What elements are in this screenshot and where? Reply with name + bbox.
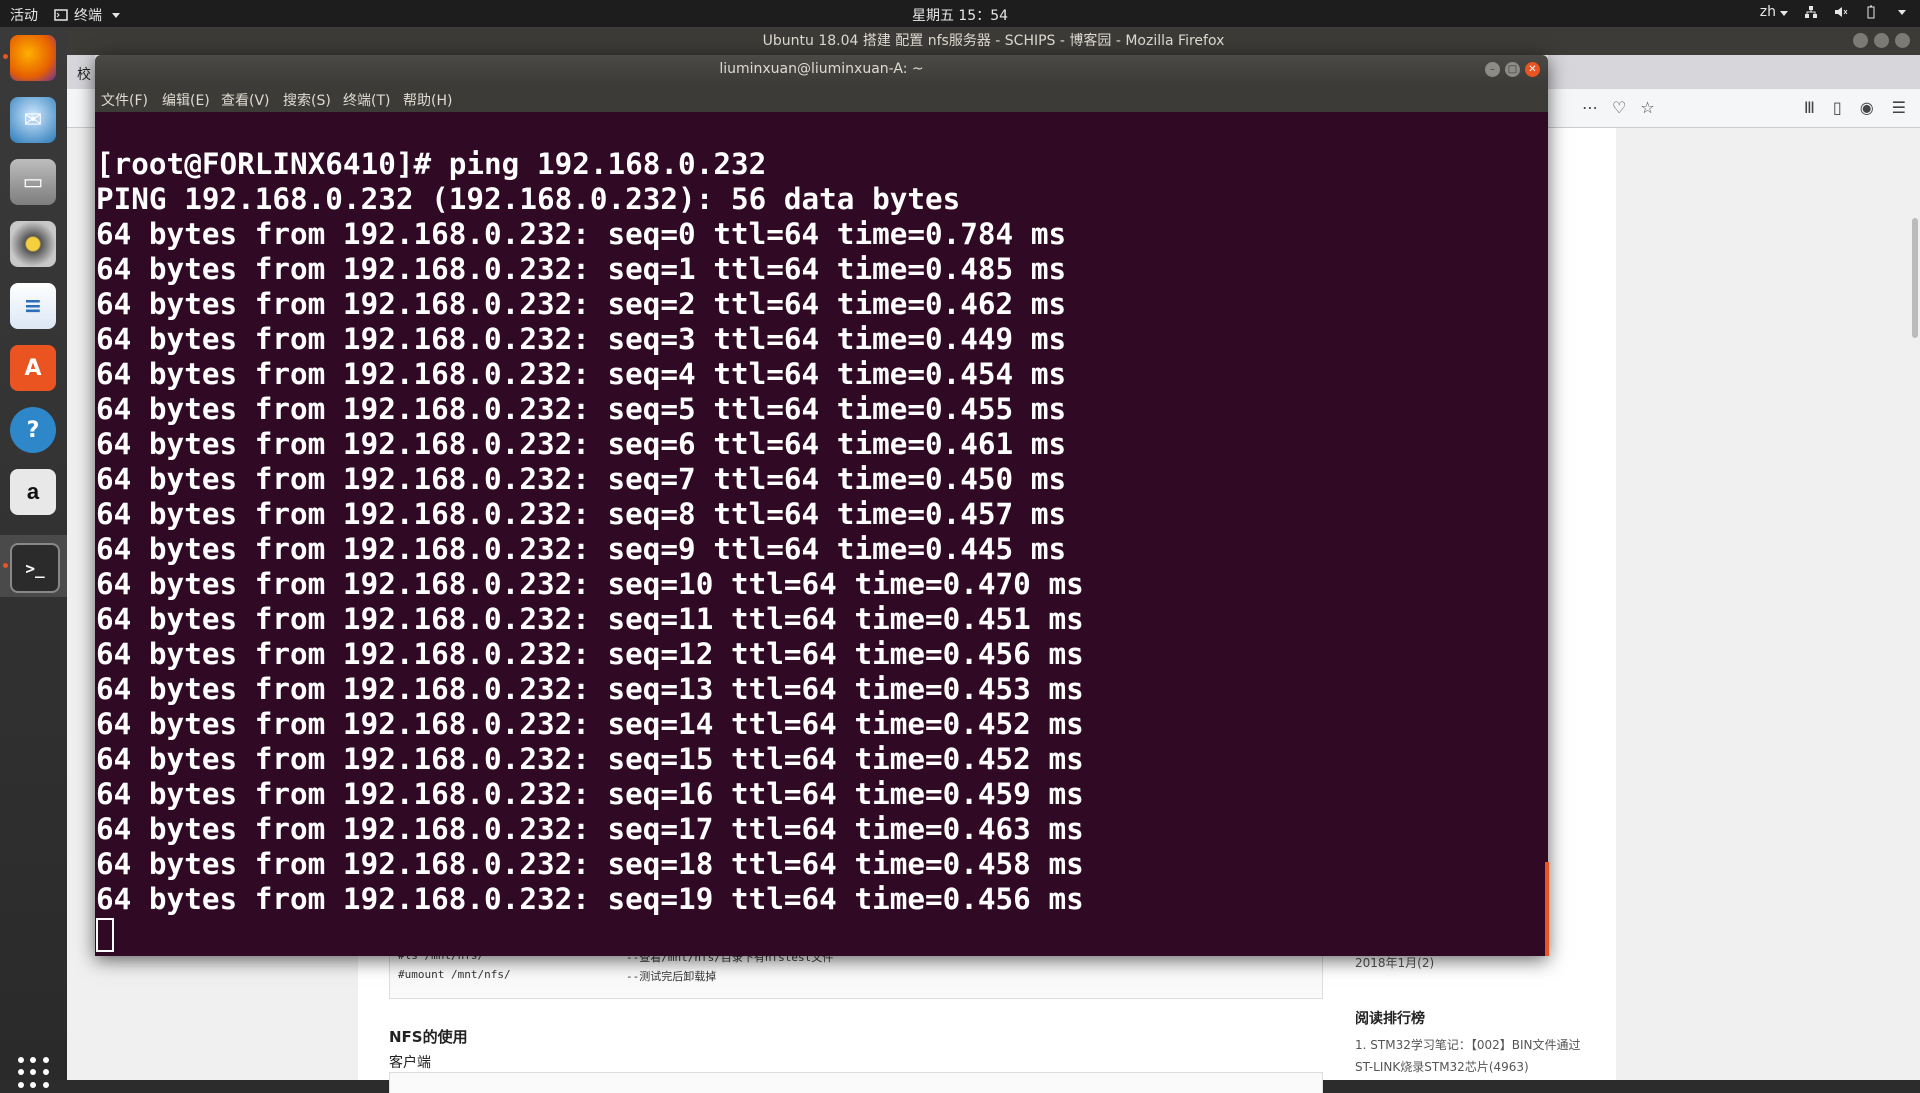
archive-link[interactable]: 2018年1月(2) [1355, 954, 1434, 971]
terminal-cursor [96, 918, 114, 952]
running-indicator [3, 54, 8, 59]
menu-view[interactable]: 查看(V) [221, 90, 270, 110]
terminal-title: liuminxuan@liuminxuan-A: ~ [719, 61, 924, 77]
account-icon[interactable]: ◉ [1860, 98, 1874, 117]
terminal-output-line: 64 bytes from 192.168.0.232: seq=15 ttl=… [96, 742, 1084, 776]
terminal-output-line: 64 bytes from 192.168.0.232: seq=13 ttl=… [96, 672, 1084, 706]
page-actions-icon[interactable]: ⋯ [1582, 98, 1598, 117]
terminal-output-line: 64 bytes from 192.168.0.232: seq=18 ttl=… [96, 847, 1084, 881]
software-center-icon[interactable]: A [10, 345, 56, 391]
files-icon[interactable]: ▭ [10, 159, 56, 205]
terminal-output-line: 64 bytes from 192.168.0.232: seq=6 ttl=6… [96, 427, 1067, 461]
code-comment: --测试完后卸载掉 [626, 970, 717, 983]
terminal-scrollbar[interactable] [1545, 862, 1549, 956]
rhythmbox-icon[interactable] [10, 221, 56, 267]
terminal-command-line: [root@FORLINX6410]# ping 192.168.0.232 [96, 147, 767, 181]
terminal-output-line: 64 bytes from 192.168.0.232: seq=10 ttl=… [96, 567, 1084, 601]
code-block [389, 1072, 1323, 1093]
menu-search[interactable]: 搜索(S) [283, 90, 331, 110]
menu-edit[interactable]: 编辑(E) [162, 90, 210, 110]
ranking-title: 阅读排行榜 [1355, 1011, 1425, 1027]
terminal-output-line: 64 bytes from 192.168.0.232: seq=5 ttl=6… [96, 392, 1067, 426]
clock[interactable]: 星期五 15：54 [912, 8, 1008, 24]
show-applications-icon[interactable] [18, 1057, 50, 1089]
close-icon[interactable] [1895, 33, 1910, 48]
input-method-menu[interactable]: zh [1760, 4, 1788, 20]
maximize-icon[interactable]: □ [1505, 62, 1520, 77]
input-method-label: zh [1759, 4, 1776, 20]
article-heading: NFS的使用 [389, 1028, 468, 1046]
dock: ✉ ▭ ≡ A ? a >_ [0, 27, 67, 1088]
terminal-output-line: 64 bytes from 192.168.0.232: seq=19 ttl=… [96, 882, 1084, 916]
article-subheading: 客户端 [389, 1055, 431, 1071]
bookmark-star-icon[interactable]: ☆ [1640, 98, 1654, 117]
firefox-titlebar: Ubuntu 18.04 搭建 配置 nfs服务器 - SCHIPS - 博客园… [67, 27, 1920, 55]
terminal-output-line: 64 bytes from 192.168.0.232: seq=14 ttl=… [96, 707, 1084, 741]
terminal-output-line: 64 bytes from 192.168.0.232: seq=4 ttl=6… [96, 357, 1067, 391]
terminal-output[interactable]: [root@FORLINX6410]# ping 192.168.0.232 PI… [95, 112, 1548, 956]
terminal-output-line: 64 bytes from 192.168.0.232: seq=9 ttl=6… [96, 532, 1067, 566]
chevron-down-icon [1780, 11, 1788, 16]
terminal-output-line: 64 bytes from 192.168.0.232: seq=0 ttl=6… [96, 217, 1067, 251]
firefox-tab[interactable]: 校 [77, 64, 91, 84]
close-icon[interactable]: ✕ [1525, 62, 1540, 77]
volume-muted-icon[interactable] [1834, 5, 1848, 19]
code-line: #umount /mnt/nfs/ [398, 968, 511, 981]
terminal-output-line: 64 bytes from 192.168.0.232: seq=1 ttl=6… [96, 252, 1067, 286]
terminal-output-line: 64 bytes from 192.168.0.232: seq=3 ttl=6… [96, 322, 1067, 356]
terminal-output-line: 64 bytes from 192.168.0.232: seq=7 ttl=6… [96, 462, 1067, 496]
sidebar-icon[interactable]: ▯ [1833, 98, 1842, 117]
maximize-icon[interactable] [1874, 33, 1889, 48]
terminal-output-line: 64 bytes from 192.168.0.232: seq=12 ttl=… [96, 637, 1084, 671]
ranking-item[interactable]: 1. STM32学习笔记：【002】BIN文件通过 [1355, 1036, 1581, 1053]
libreoffice-writer-icon[interactable]: ≡ [10, 283, 56, 329]
terminal-window: liuminxuan@liuminxuan-A: ~ – □ ✕ 文件(F) 编… [95, 55, 1548, 956]
minimize-icon[interactable] [1853, 33, 1868, 48]
terminal-icon[interactable]: >_ [10, 543, 60, 593]
terminal-output-line: 64 bytes from 192.168.0.232: seq=16 ttl=… [96, 777, 1084, 811]
battery-icon[interactable] [1864, 5, 1878, 19]
minimize-icon[interactable]: – [1485, 62, 1500, 77]
menu-help[interactable]: 帮助(H) [403, 90, 452, 110]
terminal-titlebar[interactable]: liuminxuan@liuminxuan-A: ~ – □ ✕ [95, 55, 1548, 84]
hamburger-menu-icon[interactable]: ☰ [1892, 98, 1906, 117]
firefox-window-title: Ubuntu 18.04 搭建 配置 nfs服务器 - SCHIPS - 博客园… [762, 33, 1225, 49]
menu-file[interactable]: 文件(F) [101, 90, 148, 110]
thunderbird-icon[interactable]: ✉ [10, 97, 56, 143]
menu-terminal[interactable]: 终端(T) [343, 90, 390, 110]
firefox-icon[interactable] [10, 35, 56, 81]
terminal-output-line: 64 bytes from 192.168.0.232: seq=8 ttl=6… [96, 497, 1067, 531]
terminal-output-line: 64 bytes from 192.168.0.232: seq=17 ttl=… [96, 812, 1084, 846]
help-icon[interactable]: ? [10, 407, 56, 453]
terminal-output-line: PING 192.168.0.232 (192.168.0.232): 56 d… [96, 182, 961, 216]
terminal-output-line: 64 bytes from 192.168.0.232: seq=11 ttl=… [96, 602, 1084, 636]
pocket-icon[interactable]: ♡ [1612, 98, 1626, 117]
library-icon[interactable]: Ⅲ [1804, 98, 1815, 117]
terminal-menubar: 文件(F) 编辑(E) 查看(V) 搜索(S) 终端(T) 帮助(H) [95, 84, 1548, 112]
amazon-icon[interactable]: a [10, 469, 56, 515]
running-indicator [3, 563, 8, 568]
top-panel: 活动 终端 星期五 15：54 zh [0, 0, 1920, 27]
system-menu-chevron-icon[interactable] [1898, 9, 1906, 15]
terminal-lines: [root@FORLINX6410]# ping 192.168.0.232 PI… [96, 147, 1084, 917]
network-icon[interactable] [1804, 5, 1818, 19]
terminal-output-line: 64 bytes from 192.168.0.232: seq=2 ttl=6… [96, 287, 1067, 321]
ranking-item[interactable]: ST-LINK烧录STM32芯片(4963) [1355, 1058, 1529, 1075]
page-scrollbar[interactable] [1912, 218, 1918, 338]
